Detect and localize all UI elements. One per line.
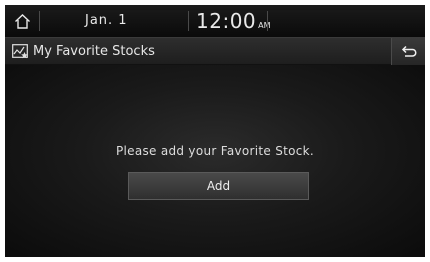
status-clock: 12:00 AM <box>196 9 271 33</box>
back-icon <box>401 45 416 57</box>
page-title: My Favorite Stocks <box>33 44 155 59</box>
screen: Jan. 1 12:00 AM My Favorite Stocks Please… <box>5 5 425 257</box>
status-date: Jan. 1 <box>85 13 128 28</box>
add-button[interactable]: Add <box>128 172 309 200</box>
clock-ampm: AM <box>258 21 271 30</box>
status-bar: Jan. 1 12:00 AM <box>5 5 425 37</box>
title-bar: My Favorite Stocks <box>5 37 425 65</box>
home-button[interactable] <box>5 5 39 37</box>
home-icon <box>14 13 30 29</box>
status-separator <box>39 11 40 31</box>
empty-state-message: Please add your Favorite Stock. <box>115 144 315 158</box>
stock-chart-star-icon <box>12 44 28 59</box>
back-button[interactable] <box>391 38 425 65</box>
main-content: Please add your Favorite Stock. Add <box>5 65 425 257</box>
clock-time: 12:00 <box>196 9 257 33</box>
status-separator <box>188 11 189 31</box>
status-separator <box>267 11 268 31</box>
